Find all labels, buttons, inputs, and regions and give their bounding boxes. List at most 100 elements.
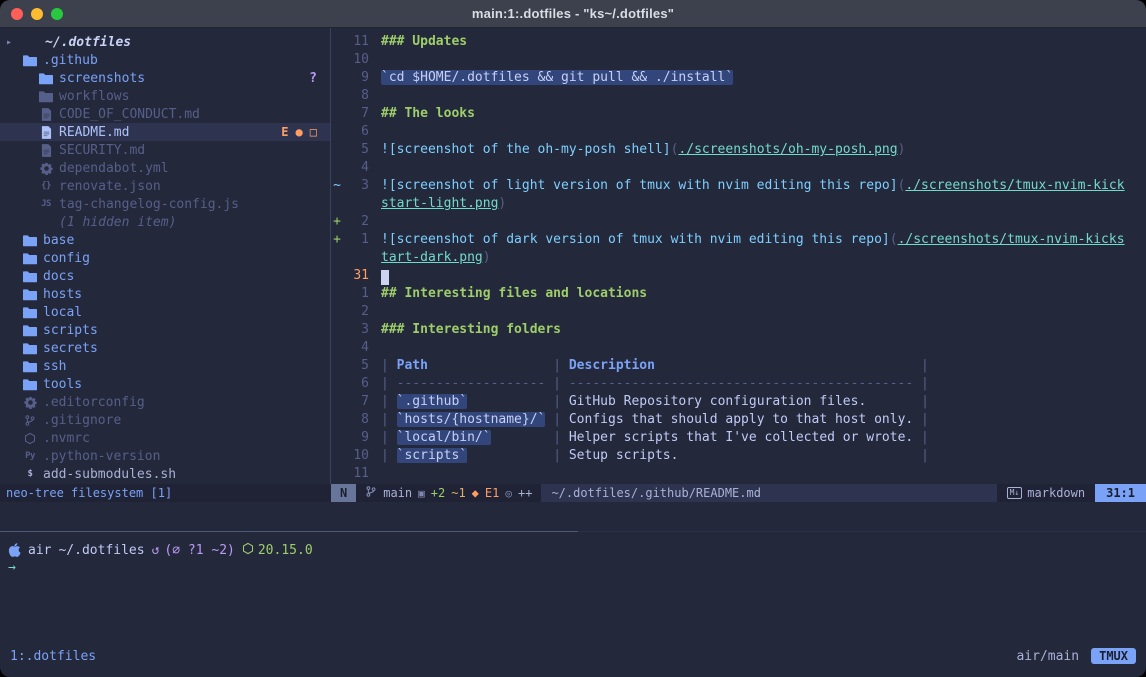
editor-line[interactable]: 5| Path | Description | [331,357,1146,375]
tree-item-tag-changelog-config-js[interactable]: JStag-changelog-config.js [0,195,330,213]
sign-column [331,429,343,447]
sign-column [331,285,343,303]
tmux-top-pane: ▸~/.dotfiles.githubscreenshots?workflows… [0,28,1146,484]
sign-column [331,267,343,285]
editor-line[interactable]: 4 [331,339,1146,357]
tree-item-tools[interactable]: tools [0,375,330,393]
tree-item-ssh[interactable]: ssh [0,357,330,375]
editor-line[interactable]: 8| `hosts/{hostname}/` | Configs that sh… [331,411,1146,429]
editor-line[interactable]: 6| ------------------- | ---------------… [331,375,1146,393]
sign-column [331,69,343,87]
span-punct: ) [498,196,506,211]
tree-item-editorconfig[interactable]: .editorconfig [0,393,330,411]
editor-line[interactable]: ~3![screenshot of light version of tmux … [331,177,1146,195]
tree-item-dotfiles[interactable]: ▸~/.dotfiles [0,33,330,51]
close-button[interactable] [11,8,23,20]
editor-wrapped-line[interactable]: tart-dark.png) [331,249,1146,267]
editor-line[interactable]: +2 [331,213,1146,231]
line-text: tart-dark.png) [381,249,491,267]
span-punct: ( [890,232,898,247]
tree-item-security-md[interactable]: SECURITY.md [0,141,330,159]
editor-line[interactable]: 9`cd $HOME/.dotfiles && git pull && ./in… [331,69,1146,87]
editor-line[interactable]: 7## The looks [331,105,1146,123]
editor-line[interactable]: 11 [331,465,1146,483]
tree-item-screenshots[interactable]: screenshots? [0,69,330,87]
sign-column [331,375,343,393]
editor-line[interactable]: 3### Interesting folders [331,321,1146,339]
tree-item-readme-md[interactable]: README.mdE●□ [0,123,330,141]
tree-item-1-hidden-item[interactable]: (1 hidden item) [0,213,330,231]
editor-line[interactable]: 5![screenshot of the oh-my-posh shell](.… [331,141,1146,159]
span-punct: | ------------------- | ----------------… [381,376,929,391]
plugin-updates: ++ [518,486,532,500]
editor-line[interactable]: 7| `.github` | GitHub Repository configu… [331,393,1146,411]
sign-column [331,51,343,69]
editor-line[interactable]: 1## Interesting files and locations [331,285,1146,303]
tree-item-config[interactable]: config [0,249,330,267]
line-number: 1 [343,285,369,303]
tmux-session-info: air/main [1016,649,1079,664]
tree-item-scripts[interactable]: scripts [0,321,330,339]
span-punct: | [545,412,568,427]
tree-item-label: hosts [43,287,82,302]
sign-column [331,105,343,123]
git-branch: main [383,486,412,500]
tree-item-code-of-conduct-md[interactable]: CODE_OF_CONDUCT.md [0,105,330,123]
editor-line[interactable]: 6 [331,123,1146,141]
editor-line[interactable]: 31 [331,267,1146,285]
tree-item-add-submodules-sh[interactable]: $add-submodules.sh [0,465,330,483]
tmux-pane-divider[interactable] [0,531,1146,533]
editor-line[interactable]: 10 [331,51,1146,69]
tree-item-local[interactable]: local [0,303,330,321]
line-number: 7 [343,105,369,123]
markdown-icon [38,144,54,157]
span-url[interactable]: ./screenshots/oh-my-posh.png [678,142,897,157]
tree-item-label: tools [43,377,82,392]
neotree-status: neo-tree filesystem [1] [0,484,331,502]
titlebar[interactable]: main:1:.dotfiles - "ks~/.dotfiles" [0,0,1146,28]
editor-pane[interactable]: 11### Updates109`cd $HOME/.dotfiles && g… [331,28,1146,484]
tree-item-github[interactable]: .github [0,51,330,69]
node-icon [22,432,38,445]
editor-line[interactable]: 8 [331,87,1146,105]
tree-item-dependabot-yml[interactable]: dependabot.yml [0,159,330,177]
line-number: 10 [343,51,369,69]
prompt-arrow[interactable]: → [8,559,1146,577]
diff-icon: ▣ [418,487,425,500]
tree-item-renovate-json[interactable]: {}renovate.json [0,177,330,195]
tree-item-workflows[interactable]: workflows [0,87,330,105]
tree-item-nvmrc[interactable]: .nvmrc [0,429,330,447]
span-url[interactable]: start-light.png [381,196,498,211]
unsaved-square-indicator: □ [310,125,317,139]
span-url[interactable]: ./screenshots/tmux-nvim-kick [905,178,1124,193]
span-td: Configs that should apply to that host o… [569,412,913,427]
editor-line[interactable]: 10| `scripts` | Setup scripts. | [331,447,1146,465]
span-url[interactable]: tart-dark.png [381,250,483,265]
editor-line[interactable]: 11### Updates [331,33,1146,51]
expander-icon[interactable]: ▸ [6,37,19,48]
span-code: `cd $HOME/.dotfiles && git pull && ./ins… [381,70,733,85]
editor-wrapped-line[interactable]: start-light.png) [331,195,1146,213]
tree-item-gitignore[interactable]: .gitignore [0,411,330,429]
editor-line[interactable]: +1![screenshot of dark version of tmux w… [331,231,1146,249]
span-punct: | [381,430,397,445]
editor-line[interactable]: 4 [331,159,1146,177]
prompt-host: air [28,543,51,558]
neo-tree-pane[interactable]: ▸~/.dotfiles.githubscreenshots?workflows… [0,28,331,484]
tree-item-docs[interactable]: docs [0,267,330,285]
span-punct: | [655,358,929,373]
editor-line[interactable]: 2 [331,303,1146,321]
editor-line[interactable]: 9| `local/bin/` | Helper scripts that I'… [331,429,1146,447]
line-number: 8 [343,87,369,105]
tree-item-base[interactable]: base [0,231,330,249]
tmux-window-name[interactable]: 1:.dotfiles [10,649,96,664]
line-number: 7 [343,393,369,411]
span-url[interactable]: ./screenshots/tmux-nvim-kicks [898,232,1125,247]
tree-item-secrets[interactable]: secrets [0,339,330,357]
minimize-button[interactable] [31,8,43,20]
editor-buffer: 11### Updates109`cd $HOME/.dotfiles && g… [331,33,1146,483]
tree-item-hosts[interactable]: hosts [0,285,330,303]
zoom-button[interactable] [51,8,63,20]
tree-item-python-version[interactable]: Py.python-version [0,447,330,465]
shell-pane[interactable]: air ~/.dotfiles ↺ (⌀ ?1 ~2) 20.15.0 → [0,533,1146,645]
